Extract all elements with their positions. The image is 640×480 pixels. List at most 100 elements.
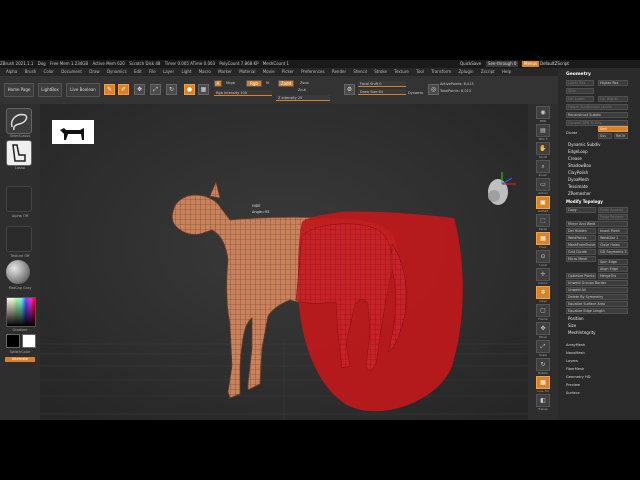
xyz-icon[interactable]: ✲ xyxy=(536,286,550,299)
mirror-weld-button[interactable]: Mirror And Weld xyxy=(566,221,628,227)
lasso-brush[interactable] xyxy=(6,140,32,166)
menu-material[interactable]: Material xyxy=(239,69,255,74)
canvas-viewport[interactable]: HIDE Angle=93 xyxy=(40,104,528,420)
move-icon[interactable]: ✥ xyxy=(134,84,145,95)
divide-button[interactable]: Divide xyxy=(566,130,577,136)
menu-draw[interactable]: Draw xyxy=(89,69,99,74)
aahalf-icon[interactable]: ▣ xyxy=(536,196,550,209)
align-edge-button[interactable]: Align Edge xyxy=(598,266,628,272)
zremesher-section[interactable]: ZRemesher xyxy=(568,191,591,197)
quicksave-button[interactable]: QuickSave xyxy=(458,61,483,67)
layers-section[interactable]: Layers xyxy=(566,358,578,364)
arraymesh-section[interactable]: ArrayMesh xyxy=(566,342,585,348)
persp-icon[interactable]: ⬚ xyxy=(536,214,550,227)
unweld-groups-button[interactable]: Unweld Groups Border xyxy=(566,280,628,286)
menu-light[interactable]: Light xyxy=(181,69,191,74)
spix-icon[interactable]: ▤ xyxy=(536,124,550,137)
equalize-edge-button[interactable]: Equalize Edge Length xyxy=(566,308,628,314)
scale-icon[interactable]: ⤢ xyxy=(150,84,161,95)
default-zscript-button[interactable]: DefaultZScript xyxy=(538,61,571,67)
reference-thumbnail[interactable] xyxy=(52,120,94,144)
texture-slot[interactable] xyxy=(6,226,32,252)
a-toggle[interactable]: A xyxy=(214,80,222,87)
shadowbox-section[interactable]: ShadowBox xyxy=(568,163,591,169)
zoom-icon[interactable]: ⌕ xyxy=(536,160,550,173)
lightbox-button[interactable]: LightBox xyxy=(38,83,62,97)
dynamic-toggle[interactable]: Dynamic xyxy=(408,91,423,96)
secondary-color-swatch[interactable] xyxy=(22,334,36,348)
menu-marker[interactable]: Marker xyxy=(218,69,232,74)
grid-divide-button[interactable]: Grid Divide xyxy=(566,249,596,255)
menu-document[interactable]: Document xyxy=(61,69,82,74)
tessimate-section[interactable]: Tessimate xyxy=(568,184,588,190)
texture-icon[interactable]: ▦ xyxy=(198,84,209,95)
surface-section[interactable]: Surface xyxy=(566,390,580,396)
rgb-toggle[interactable]: Rgb xyxy=(246,80,262,87)
rgb-intensity-slider[interactable]: Rgb Intensity 100 xyxy=(214,90,272,96)
move-view-icon[interactable]: ✥ xyxy=(536,322,550,335)
menu-macro[interactable]: Macro xyxy=(199,69,211,74)
menu-color[interactable]: Color xyxy=(43,69,53,74)
claypolish-section[interactable]: ClayPolish xyxy=(568,170,588,176)
modify-topology-header[interactable]: Modify Topology xyxy=(566,199,603,205)
menu-layer[interactable]: Layer xyxy=(163,69,174,74)
freeze-subdiv-button[interactable]: Freeze SubDivision Levels xyxy=(566,104,628,110)
draw-icon[interactable]: ✐ xyxy=(118,84,129,95)
menu-zscript[interactable]: Zscript xyxy=(481,69,495,74)
equalize-surface-button[interactable]: Equalize Surface Area xyxy=(566,301,628,307)
menu-stroke[interactable]: Stroke xyxy=(374,69,387,74)
micro-mesh-button[interactable]: Micro Mesh xyxy=(566,256,596,262)
polyframe-icon[interactable]: ▦ xyxy=(536,376,550,389)
edit-icon[interactable]: ✎ xyxy=(104,84,115,95)
del-higher-button[interactable]: Del Higher xyxy=(598,96,628,102)
color-picker[interactable] xyxy=(6,297,36,327)
menu-stencil[interactable]: Stencil xyxy=(353,69,367,74)
size-section[interactable]: Size xyxy=(568,323,576,329)
copy-button[interactable]: Copy xyxy=(566,207,596,213)
z-intensity-slider[interactable]: Z Intensity 25 xyxy=(276,95,330,101)
menus-toggle[interactable]: Menus xyxy=(522,61,540,67)
nanomesh-section[interactable]: NanoMesh xyxy=(566,350,585,356)
menu-render[interactable]: Render xyxy=(332,69,346,74)
brush-settings-icon[interactable]: ◎ xyxy=(428,84,439,95)
frame-icon[interactable]: ▢ xyxy=(536,304,550,317)
focal-shift-slider[interactable]: Focal Shift 0 xyxy=(358,81,406,87)
fibermesh-section[interactable]: FiberMesh xyxy=(566,366,584,372)
material-sphere-icon[interactable]: ● xyxy=(184,84,195,95)
dynamesh-section[interactable]: DynaMesh xyxy=(568,177,589,183)
dynamic-subdiv-section[interactable]: Dynamic Subdiv xyxy=(568,142,601,148)
del-hidden-button[interactable]: Del Hidden xyxy=(566,228,596,234)
zsub-toggle[interactable]: Zsub xyxy=(300,81,309,86)
sdiv-slider[interactable]: SDiv xyxy=(566,88,594,94)
zadd-toggle[interactable]: Zadd xyxy=(278,80,294,87)
paste-append-button[interactable]: Paste Append xyxy=(598,207,628,213)
weld-points-button[interactable]: WeldPoints xyxy=(566,235,596,241)
menu-dynamics[interactable]: Dynamics xyxy=(107,69,127,74)
material-slot[interactable] xyxy=(6,260,32,286)
menu-alpha[interactable]: Alpha xyxy=(6,69,17,74)
higher-res-button[interactable]: Higher Res xyxy=(598,80,628,86)
menu-help[interactable]: Help xyxy=(502,69,511,74)
transp-icon[interactable]: ◧ xyxy=(536,394,550,407)
local-icon[interactable]: ⊙ xyxy=(536,250,550,263)
optimize-points-button[interactable]: Optimize Points xyxy=(566,273,596,279)
primary-color-swatch[interactable] xyxy=(6,334,20,348)
geometry-hd-section[interactable]: Geometry HD xyxy=(566,374,591,380)
rotate-icon[interactable]: ↻ xyxy=(166,84,177,95)
gizmo-icon[interactable]: ✛ xyxy=(536,268,550,281)
rotate-view-icon[interactable]: ↻ xyxy=(536,358,550,371)
smt-toggle[interactable]: Smt xyxy=(598,126,628,132)
alpha-slot[interactable] xyxy=(6,186,32,212)
weld-dist-slider[interactable]: WeldDist 1 xyxy=(598,235,628,241)
menu-edit[interactable]: Edit xyxy=(134,69,142,74)
crease-section[interactable]: Crease xyxy=(568,156,582,162)
menu-brush[interactable]: Brush xyxy=(25,69,37,74)
merge-tris-button[interactable]: MergeTris xyxy=(598,273,628,279)
mrgb-toggle[interactable]: Mrgb xyxy=(226,81,235,86)
actual-icon[interactable]: ▭ xyxy=(536,178,550,191)
suv-toggle[interactable]: Suv xyxy=(598,133,612,139)
menu-tool[interactable]: Tool xyxy=(416,69,424,74)
paste-replace-button[interactable]: Paste Replace xyxy=(598,214,628,220)
stroke-gear-icon[interactable]: ⚙ xyxy=(344,84,355,95)
menu-preferences[interactable]: Preferences xyxy=(301,69,325,74)
